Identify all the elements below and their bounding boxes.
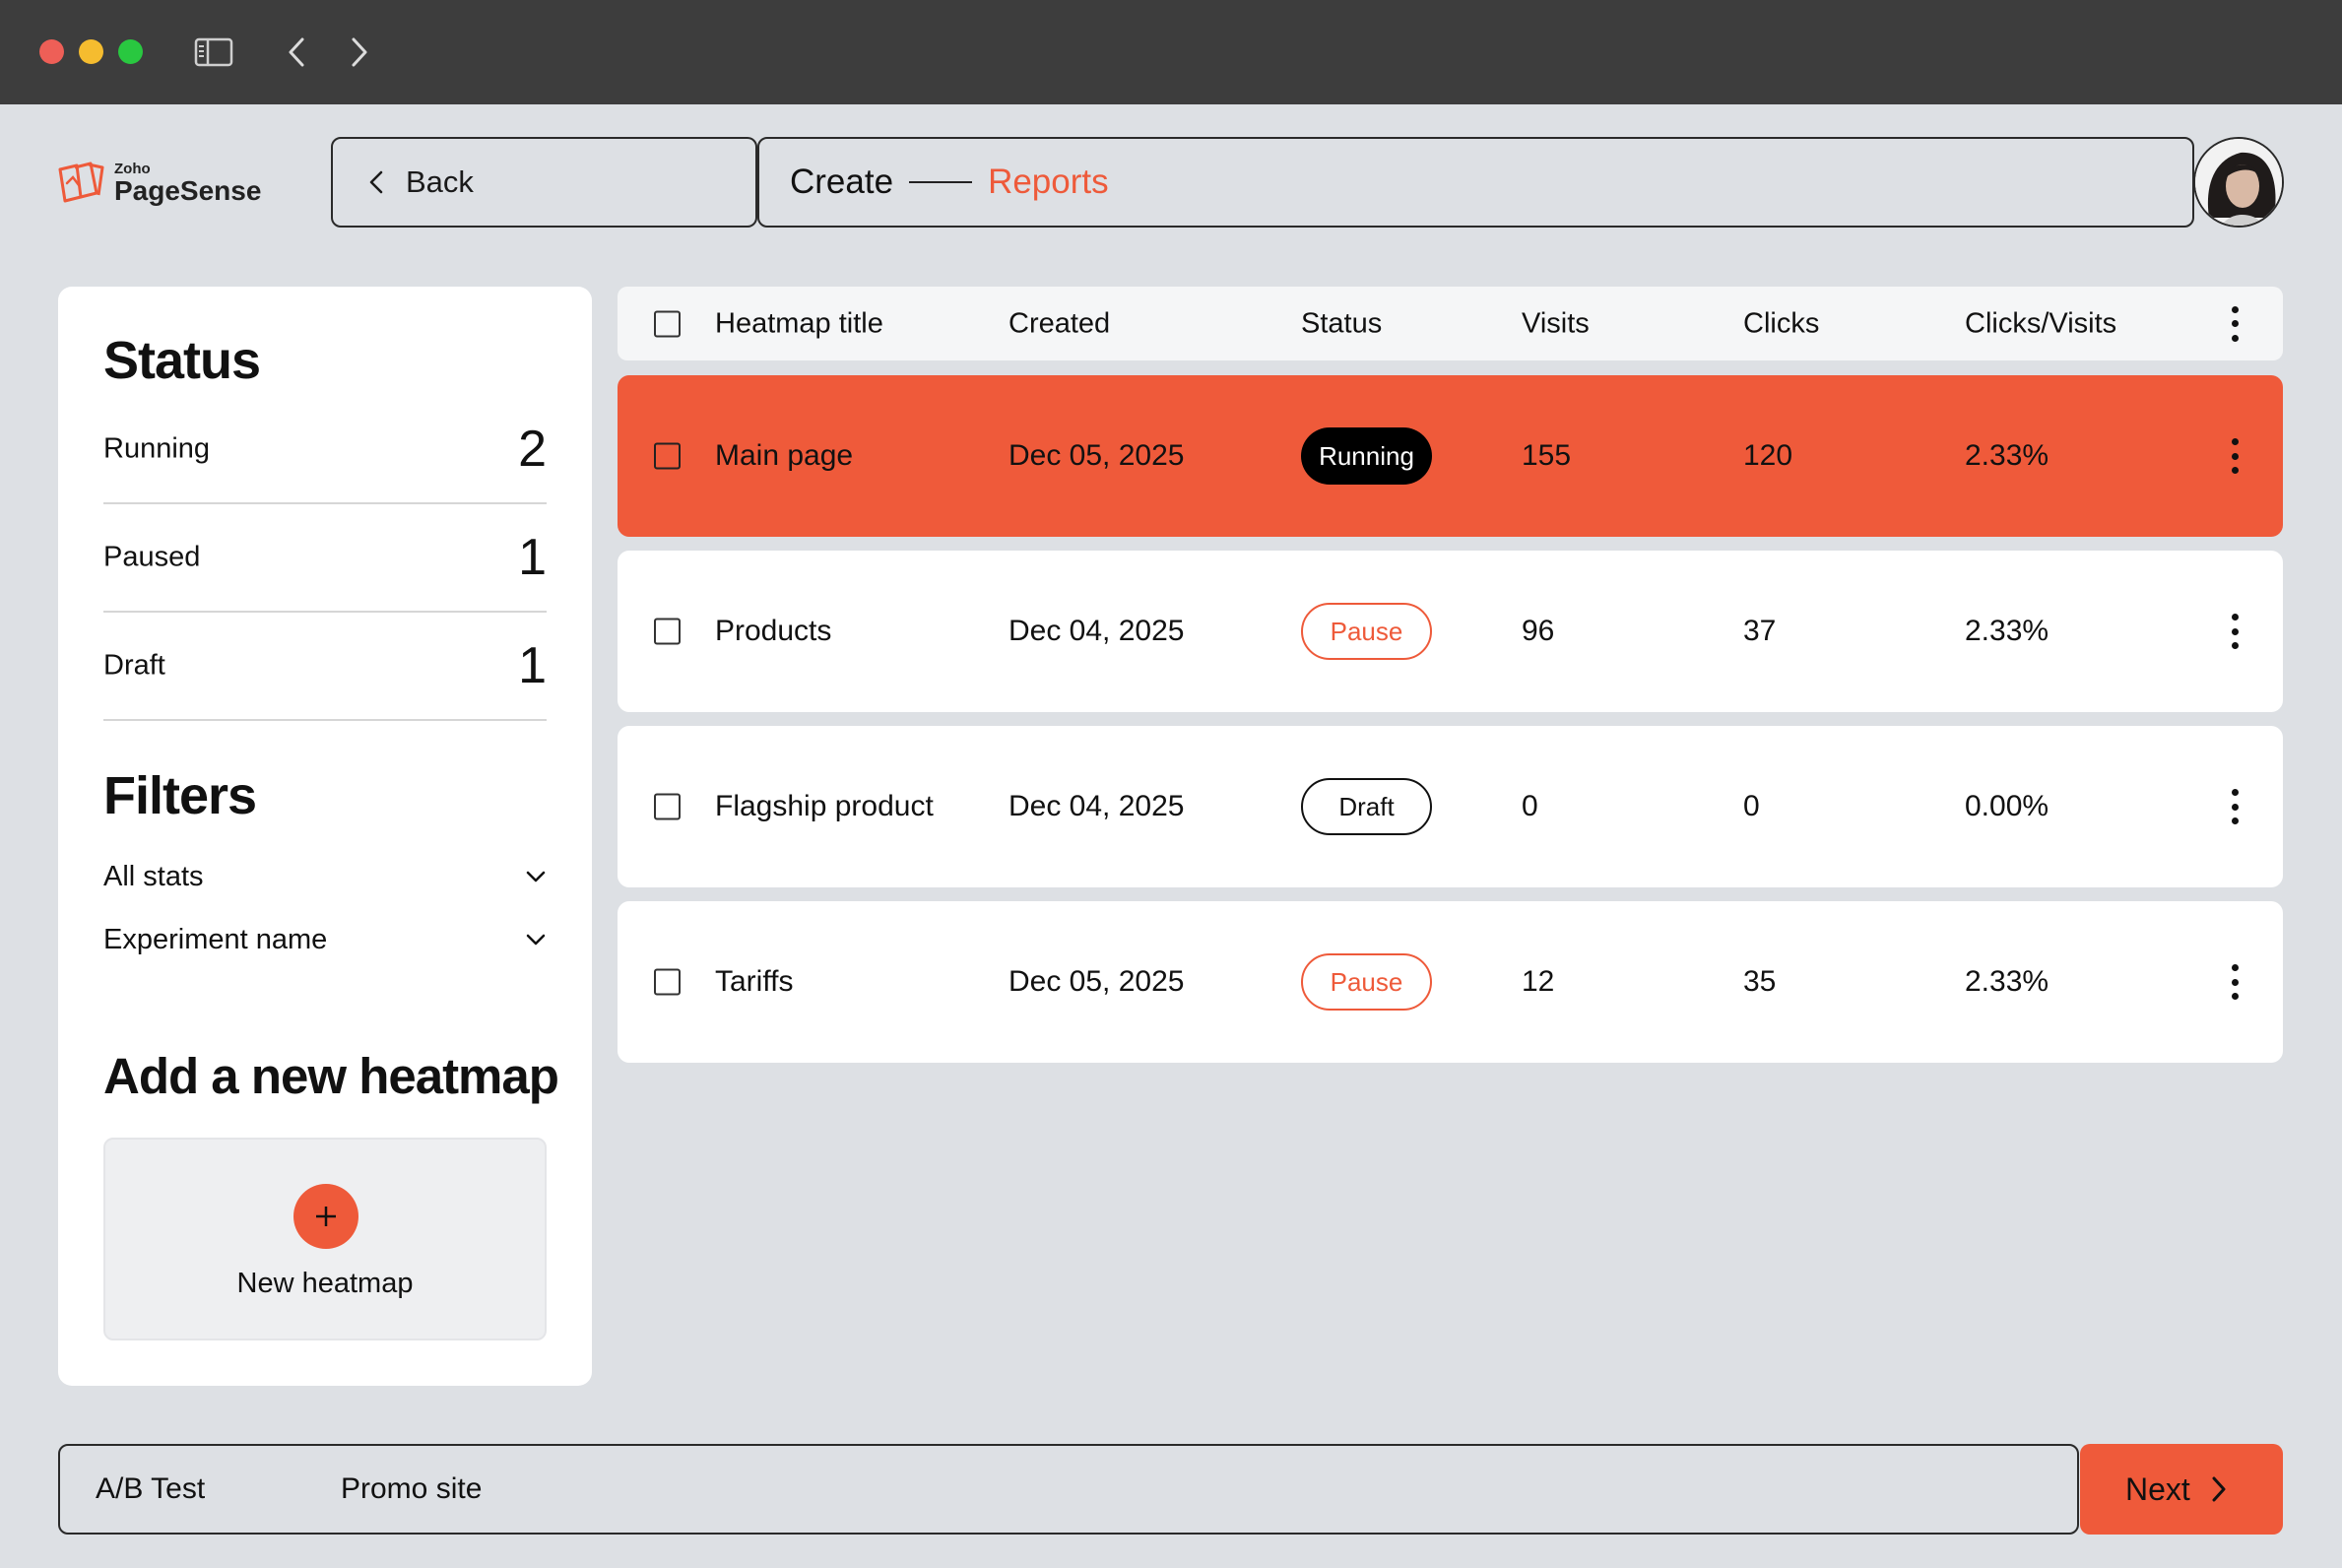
test-type-label[interactable]: A/B Test bbox=[96, 1472, 205, 1506]
add-heatmap-heading: Add a new heatmap bbox=[103, 1048, 559, 1104]
more-vertical-icon[interactable] bbox=[2225, 305, 2244, 342]
table-row[interactable]: Flagship product Dec 04, 2025 Draft 0 0 … bbox=[618, 726, 2283, 887]
cell-clicks: 35 bbox=[1743, 965, 1777, 998]
user-avatar[interactable] bbox=[2193, 137, 2284, 228]
status-badge: Running bbox=[1301, 427, 1432, 485]
column-header-created[interactable]: Created bbox=[1008, 307, 1110, 340]
cell-clicks: 0 bbox=[1743, 790, 1760, 822]
table-header: Heatmap title Created Status Visits Clic… bbox=[618, 287, 2283, 360]
stat-label: Paused bbox=[103, 541, 201, 573]
status-draft-row[interactable]: Draft 1 bbox=[103, 613, 547, 721]
cell-created: Dec 05, 2025 bbox=[1008, 439, 1185, 472]
column-header-status[interactable]: Status bbox=[1301, 307, 1382, 340]
more-vertical-icon[interactable] bbox=[2225, 614, 2244, 649]
filter-all-stats-dropdown[interactable]: All stats bbox=[103, 852, 547, 901]
stat-label: Draft bbox=[103, 649, 165, 682]
column-header-title[interactable]: Heatmap title bbox=[715, 307, 883, 340]
cell-title: Products bbox=[715, 615, 832, 647]
chevron-right-icon[interactable] bbox=[337, 30, 382, 75]
minimize-window-button[interactable] bbox=[79, 39, 103, 64]
back-button[interactable]: Back bbox=[331, 137, 757, 228]
cell-title: Flagship product bbox=[715, 790, 934, 822]
column-header-clicks[interactable]: Clicks bbox=[1743, 307, 1819, 340]
table-row[interactable]: Tariffs Dec 05, 2025 Pause 12 35 2.33% bbox=[618, 901, 2283, 1063]
cell-visits: 12 bbox=[1522, 965, 1555, 998]
stat-label: Running bbox=[103, 432, 211, 465]
sidebar-toggle-icon[interactable] bbox=[191, 30, 236, 75]
filter-experiment-name-dropdown[interactable]: Experiment name bbox=[103, 915, 547, 964]
cell-ratio: 2.33% bbox=[1965, 615, 2049, 647]
stat-count: 2 bbox=[518, 421, 547, 478]
cell-clicks: 120 bbox=[1743, 439, 1793, 472]
breadcrumb-step[interactable]: Create bbox=[790, 163, 893, 202]
next-button[interactable]: Next bbox=[2080, 1444, 2283, 1535]
pagesense-logo-icon bbox=[58, 162, 104, 203]
cell-title: Tariffs bbox=[715, 965, 794, 998]
status-badge: Pause bbox=[1301, 953, 1432, 1011]
column-header-visits[interactable]: Visits bbox=[1522, 307, 1590, 340]
cell-title: Main page bbox=[715, 439, 854, 472]
back-button-label: Back bbox=[406, 164, 474, 199]
select-all-checkbox[interactable] bbox=[654, 310, 681, 337]
cell-created: Dec 04, 2025 bbox=[1008, 615, 1185, 647]
more-vertical-icon[interactable] bbox=[2225, 789, 2244, 824]
filter-label: All stats bbox=[103, 860, 204, 892]
brand-name: PageSense bbox=[114, 175, 262, 206]
breadcrumb-current[interactable]: Reports bbox=[988, 163, 1109, 202]
window-titlebar bbox=[0, 0, 2342, 104]
column-header-ratio[interactable]: Clicks/Visits bbox=[1965, 307, 2116, 340]
chevron-down-icon bbox=[526, 934, 546, 946]
next-button-label: Next bbox=[2125, 1470, 2190, 1507]
stat-count: 1 bbox=[518, 529, 547, 586]
chevron-right-icon bbox=[2212, 1476, 2226, 1502]
sidebar-panel: Status Running 2 Paused 1 Draft 1 Filter… bbox=[58, 287, 592, 1386]
row-checkbox[interactable] bbox=[654, 968, 681, 996]
project-name-label[interactable]: Promo site bbox=[341, 1472, 482, 1506]
row-checkbox[interactable] bbox=[654, 793, 681, 820]
chevron-left-icon[interactable] bbox=[274, 30, 319, 75]
breadcrumb: Create Reports bbox=[757, 137, 2194, 228]
avatar-photo bbox=[2195, 139, 2282, 226]
status-paused-row[interactable]: Paused 1 bbox=[103, 504, 547, 613]
new-heatmap-label: New heatmap bbox=[236, 1268, 414, 1299]
row-checkbox[interactable] bbox=[654, 618, 681, 645]
cell-visits: 96 bbox=[1522, 615, 1555, 647]
cell-created: Dec 04, 2025 bbox=[1008, 790, 1185, 822]
status-badge: Draft bbox=[1301, 778, 1432, 835]
chevron-down-icon bbox=[526, 871, 546, 882]
more-vertical-icon[interactable] bbox=[2225, 964, 2244, 1000]
cell-clicks: 37 bbox=[1743, 615, 1777, 647]
maximize-window-button[interactable] bbox=[118, 39, 143, 64]
status-heading: Status bbox=[103, 331, 261, 390]
filters-heading: Filters bbox=[103, 766, 257, 825]
status-badge: Pause bbox=[1301, 603, 1432, 660]
stat-count: 1 bbox=[518, 637, 547, 694]
new-heatmap-card[interactable]: New heatmap bbox=[103, 1138, 547, 1340]
cell-ratio: 0.00% bbox=[1965, 790, 2049, 822]
status-running-row[interactable]: Running 2 bbox=[103, 396, 547, 504]
cell-ratio: 2.33% bbox=[1965, 439, 2049, 472]
row-checkbox[interactable] bbox=[654, 442, 681, 470]
cell-ratio: 2.33% bbox=[1965, 965, 2049, 998]
app-logo[interactable]: Zoho PageSense bbox=[57, 158, 264, 207]
breadcrumb-separator bbox=[909, 181, 973, 183]
more-vertical-icon[interactable] bbox=[2225, 438, 2244, 474]
cell-visits: 0 bbox=[1522, 790, 1538, 822]
cell-visits: 155 bbox=[1522, 439, 1572, 472]
table-row[interactable]: Main page Dec 05, 2025 Running 155 120 2… bbox=[618, 375, 2283, 537]
filter-label: Experiment name bbox=[103, 923, 328, 955]
plus-icon[interactable] bbox=[293, 1184, 358, 1249]
chevron-left-icon bbox=[369, 170, 383, 194]
table-row[interactable]: Products Dec 04, 2025 Pause 96 37 2.33% bbox=[618, 551, 2283, 712]
close-window-button[interactable] bbox=[39, 39, 64, 64]
cell-created: Dec 05, 2025 bbox=[1008, 965, 1185, 998]
project-info-bar: A/B Test Promo site bbox=[58, 1444, 2079, 1535]
